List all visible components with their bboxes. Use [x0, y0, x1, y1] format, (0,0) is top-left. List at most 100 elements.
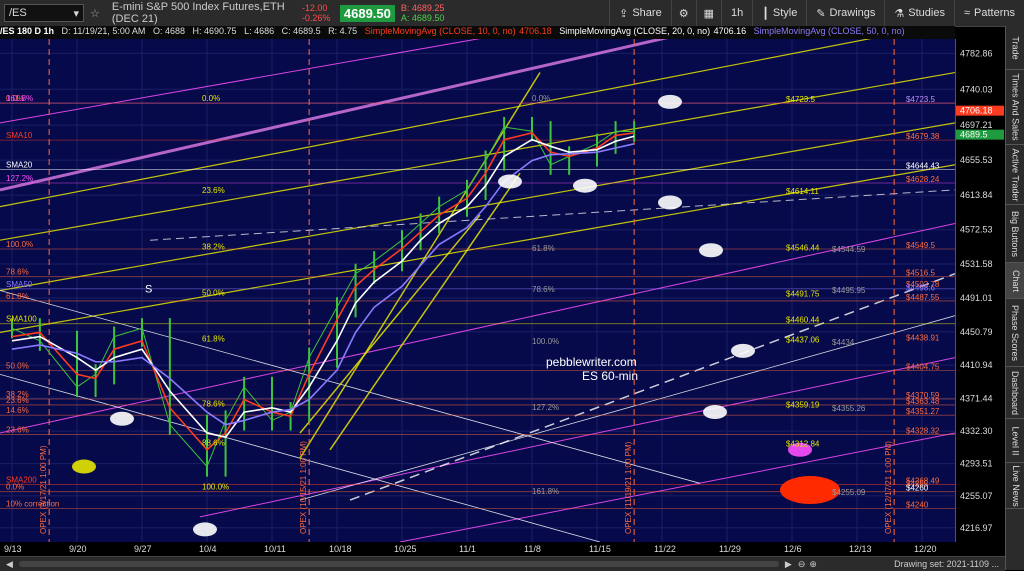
style-button[interactable]: ┃ Style — [752, 0, 806, 26]
grid-button[interactable]: ▦ — [695, 0, 721, 26]
bar-high: H: 4690.75 — [192, 26, 237, 36]
candle-icon: ┃ — [762, 7, 769, 20]
watermark-line2: ES 60-min — [582, 369, 638, 383]
chart-canvas[interactable]: OPEX (9/17/21 1:00 PM) OPEX (10/15/21 1:0… — [0, 0, 956, 543]
scroll-track[interactable] — [18, 561, 779, 567]
price-chart[interactable]: OPEX (9/17/21 1:00 PM) OPEX (10/15/21 1:0… — [0, 0, 956, 543]
side-tab-label: Big Buttons — [1010, 210, 1021, 257]
sma50-label[interactable]: SimpleMovingAvg (CLOSE, 50, 0, no) — [754, 26, 905, 36]
side-tab-label: Times And Sales — [1010, 73, 1021, 141]
side-tab-big-buttons[interactable]: Big Buttons — [1006, 205, 1024, 263]
target-ellipse — [780, 476, 840, 505]
level-label-right: $4614.11 — [786, 187, 819, 196]
level-label-right: $4312.84 — [786, 439, 820, 448]
target-ellipse — [699, 243, 723, 258]
level-label-left: 23.6% — [6, 425, 29, 434]
level-label-left: SMA50 — [6, 280, 33, 289]
price-tick: 4491.01 — [960, 293, 993, 303]
price-tick: 4216.97 — [960, 523, 993, 533]
date-tick: 9/27 — [134, 544, 152, 554]
level-label-right: $4328.32 — [906, 426, 940, 435]
level-label-right: $4495.95 — [832, 286, 866, 295]
trend-line — [399, 432, 956, 543]
date-tick: 12/13 — [849, 544, 872, 554]
date-tick: 11/29 — [719, 544, 741, 554]
bar-low: L: 4686 — [244, 26, 275, 36]
target-ellipse — [573, 178, 597, 193]
star-icon[interactable]: ☆ — [90, 7, 100, 20]
drawing-set[interactable]: Drawing set: 2021-1109 ... — [894, 559, 999, 569]
price-tick: 4450.79 — [960, 327, 993, 337]
level-label-left: SMA10 — [6, 131, 33, 140]
share-label: Share — [632, 7, 662, 19]
price-tick: 4613.84 — [960, 190, 993, 200]
side-panel-tabs: Trade Times And Sales Active Trader Big But… — [1005, 26, 1024, 570]
price-tick: 4531.58 — [960, 259, 993, 269]
patterns-button[interactable]: ≈ Patterns — [953, 0, 1024, 26]
date-axis[interactable]: 9/13 9/20 9/27 10/4 10/11 10/18 10/25 11/1 11/8 1… — [0, 542, 955, 556]
trend-line — [349, 273, 956, 501]
sma10-label[interactable]: SimpleMovingAvg (CLOSE, 10, 0, no) — [365, 26, 516, 36]
fib-label: 161.8% — [532, 487, 559, 496]
bar-datetime: D: 11/19/21, 5:00 AM — [61, 26, 146, 36]
side-tab-trade[interactable]: Trade — [1006, 26, 1024, 70]
scroll-right-icon[interactable]: ▶ — [785, 559, 792, 570]
gear-icon: ⚙ — [678, 7, 689, 20]
date-tick: 10/25 — [394, 544, 417, 554]
level-label-left: 61.8% — [6, 292, 29, 301]
price-tick: 4410.94 — [960, 360, 993, 370]
fib-label: 23.6% — [202, 186, 225, 195]
studies-button[interactable]: ⚗ Studies — [884, 0, 954, 26]
opex-marker-label: OPEX (9/17/21 1:00 PM) — [39, 445, 48, 534]
level-label-left: 0.0% — [6, 483, 24, 492]
side-tab-dashboard[interactable]: Dashboard — [1006, 367, 1024, 419]
share-button[interactable]: ⇪ Share — [609, 0, 671, 26]
date-tick: 11/1 — [459, 544, 476, 554]
drawings-button[interactable]: ✎ Drawings — [806, 0, 884, 26]
price-tick: 4782.86 — [960, 48, 993, 58]
target-ellipse — [731, 343, 755, 358]
bar-open: O: 4688 — [152, 26, 185, 36]
flask-icon: ⚗ — [894, 7, 905, 20]
side-tab-times-and-sales[interactable]: Times And Sales — [1006, 70, 1024, 145]
fib-label: 88.6% — [202, 438, 225, 447]
change-pct: -0.26% — [301, 13, 331, 23]
date-axis-canvas: 9/13 9/20 9/27 10/4 10/11 10/18 10/25 11/1 11/8 1… — [4, 544, 937, 554]
symbol-selector[interactable]: /ES ▾ — [4, 4, 84, 22]
trend-line — [0, 122, 956, 292]
side-tab-label: Live News — [1010, 464, 1021, 507]
interval-button[interactable]: 1h — [720, 0, 752, 26]
target-ellipse — [110, 411, 134, 426]
top-toolbar: /ES ▾ ☆ E-mini S&P 500 Index Futures,ETH… — [0, 0, 1024, 27]
side-tab-label: Level II — [1010, 425, 1021, 456]
symbol-text: /ES — [9, 7, 27, 19]
side-tab-live-news[interactable]: Live News — [1006, 463, 1024, 509]
change-value: -12.00 — [301, 3, 328, 13]
zoom-in-icon[interactable]: ⊕ — [809, 559, 817, 570]
level-label-right: $4260 — [906, 484, 929, 493]
settings-button[interactable]: ⚙ — [670, 0, 696, 26]
zoom-out-icon[interactable]: ⊖ — [798, 559, 806, 570]
target-ellipse — [72, 459, 96, 474]
price-axis[interactable]: 4782.86 4740.03 4697.21 4655.53 4613.84 4572.… — [955, 39, 1005, 542]
target-ellipse — [193, 522, 217, 537]
level-label-right: $4679.38 — [906, 132, 940, 141]
pencil-icon: ✎ — [816, 7, 826, 20]
level-label-right: $4404.75 — [906, 362, 940, 371]
target-ellipse — [658, 94, 682, 109]
sma20-label[interactable]: SimpleMovingAvg (CLOSE, 20, 0, no) — [559, 26, 710, 36]
side-tab-phase-scores[interactable]: Phase Scores — [1006, 299, 1024, 367]
fib-label: 0.0% — [202, 94, 220, 103]
side-tab-active-trader[interactable]: Active Trader — [1006, 145, 1024, 205]
trend-line — [0, 21, 956, 208]
side-tab-level-ii[interactable]: Level II — [1006, 419, 1024, 463]
date-tick: 10/4 — [199, 544, 217, 554]
date-tick: 11/22 — [654, 544, 676, 554]
side-tab-chart[interactable]: Chart — [1006, 263, 1024, 299]
side-tab-label: Phase Scores — [1010, 304, 1021, 361]
scroll-left-icon[interactable]: ◀ — [6, 559, 13, 570]
fib-label: 38.2% — [202, 243, 225, 252]
date-tick: 11/8 — [524, 544, 541, 554]
drawings-label: Drawings — [829, 7, 876, 19]
target-ellipse — [658, 195, 682, 210]
